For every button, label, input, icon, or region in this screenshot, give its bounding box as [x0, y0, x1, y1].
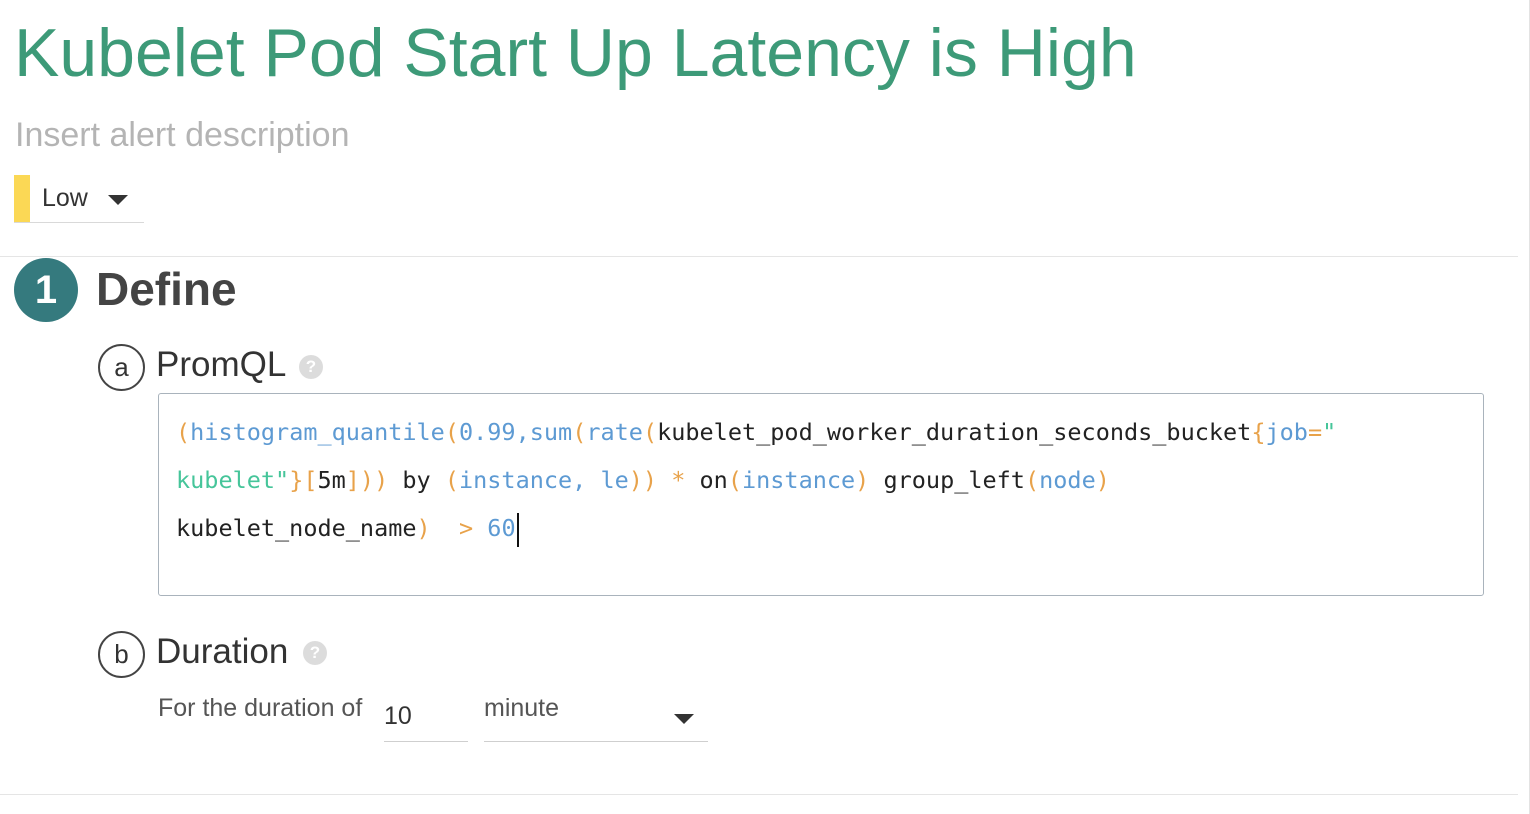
code-token: ])): [345, 466, 389, 494]
duration-label: For the duration of: [158, 694, 363, 722]
code-token: job: [1265, 418, 1308, 446]
duration-unit-label: minute: [484, 694, 560, 722]
code-token: (: [176, 418, 191, 446]
code-token: 60: [487, 514, 516, 542]
duration-value-input[interactable]: [384, 692, 468, 742]
code-token: }[: [289, 466, 318, 494]
code-token: sum: [529, 418, 573, 446]
alert-editor-page: Kubelet Pod Start Up Latency is High Ins…: [0, 0, 1530, 814]
severity-dropdown[interactable]: Low: [14, 174, 144, 223]
code-token: {: [1251, 418, 1266, 446]
code-token: 0.99: [458, 418, 516, 446]
duration-title: Duration: [156, 632, 289, 671]
code-token: (: [444, 418, 459, 446]
code-token: 5m: [317, 466, 346, 494]
code-line: kubelet"}[5m])) by (instance, le)) * on(…: [176, 456, 1466, 504]
text-cursor: [516, 512, 519, 547]
code-token: (: [642, 418, 658, 446]
code-token: group_left: [869, 466, 1025, 494]
code-token: (: [572, 418, 587, 446]
code-token: ": [1322, 418, 1337, 446]
chevron-down-icon: [674, 714, 694, 724]
duration-unit-dropdown[interactable]: minute: [484, 692, 708, 742]
section-divider: [0, 256, 1518, 257]
code-token: (: [727, 466, 742, 494]
promql-editor[interactable]: (histogram_quantile(0.99,sum(rate(kubele…: [158, 393, 1484, 596]
chevron-down-icon: [107, 195, 128, 205]
help-icon[interactable]: ?: [303, 641, 327, 665]
promql-title: PromQL: [156, 345, 287, 384]
code-token: =: [1307, 418, 1323, 446]
code-token: kubelet_node_name: [176, 514, 417, 542]
code-token: instance: [741, 466, 856, 494]
substep-letter-badge: b: [98, 631, 145, 678]
substep-letter-badge: a: [98, 344, 145, 391]
code-token: by: [388, 466, 445, 494]
code-token: >: [458, 514, 474, 542]
code-token: ): [855, 466, 870, 494]
code-token: *: [671, 466, 686, 494]
alert-title[interactable]: Kubelet Pod Start Up Latency is High: [14, 14, 1137, 92]
code-token: (: [444, 466, 459, 494]
code-line: (histogram_quantile(0.99,sum(rate(kubele…: [176, 408, 1466, 456]
severity-label: Low: [42, 183, 88, 212]
step-number-badge: 1: [14, 258, 78, 322]
code-token: ,: [515, 418, 530, 446]
code-token: on: [685, 466, 728, 494]
code-token: rate: [586, 418, 643, 446]
severity-color-swatch: [14, 174, 30, 222]
code-token: (: [1024, 466, 1040, 494]
section-divider: [0, 794, 1518, 795]
code-token: ): [416, 514, 431, 542]
alert-description-input[interactable]: Insert alert description: [15, 116, 350, 155]
code-line: kubelet_node_name) > 60: [176, 504, 1466, 552]
code-token: node: [1039, 466, 1096, 494]
help-icon[interactable]: ?: [299, 355, 323, 379]
code-token: )): [628, 466, 658, 494]
code-token: instance, le: [458, 466, 629, 494]
code-token: kubelet_pod_worker_duration_seconds_buck…: [657, 418, 1252, 446]
code-token: ): [1095, 466, 1110, 494]
code-token: histogram_quantile: [190, 418, 445, 446]
code-token: kubelet": [176, 466, 290, 494]
step-title: Define: [96, 263, 237, 315]
